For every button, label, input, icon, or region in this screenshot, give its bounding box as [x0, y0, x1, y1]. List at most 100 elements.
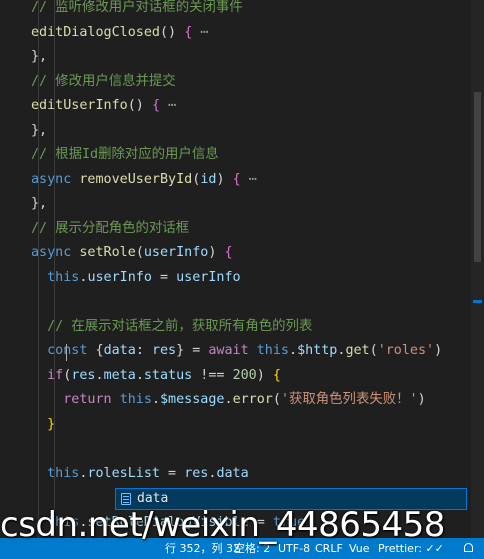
- code-token: }: [176, 343, 185, 358]
- code-line[interactable]: // 在展示对话框之前，获取所有角色的列表: [31, 315, 312, 339]
- code-token: .: [95, 367, 104, 383]
- text-cursor: [66, 344, 67, 361]
- code-token: get: [345, 343, 370, 358]
- code-line[interactable]: async setRole(userInfo) {: [31, 241, 233, 265]
- code-token: .: [224, 392, 233, 407]
- status-bar: 行 352，列 32 空格: 2 UTF-8 CRLF Vue Prettier…: [0, 538, 484, 559]
- code-token: (): [160, 24, 185, 40]
- code-token: res: [184, 465, 209, 481]
- code-token: (: [369, 343, 378, 358]
- code-line[interactable]: this.userInfo = userInfo: [31, 266, 241, 290]
- code-token: userInfo: [87, 269, 152, 285]
- code-token: meta: [103, 367, 136, 383]
- language-mode[interactable]: Vue: [349, 538, 370, 559]
- code-token: $http: [297, 343, 338, 358]
- code-token: id: [200, 171, 217, 187]
- code-token: ): [417, 392, 426, 407]
- code-token: // 监听修改用户对话框的关闭事件: [31, 0, 243, 15]
- code-token: =: [160, 465, 185, 481]
- code-token: return: [63, 392, 120, 407]
- code-token: this: [119, 392, 152, 407]
- code-token: },: [31, 196, 48, 211]
- encoding-setting[interactable]: UTF-8: [278, 538, 310, 559]
- code-line[interactable]: this.rolesList = res.data: [31, 462, 249, 486]
- code-token: },: [31, 122, 48, 138]
- code-line[interactable]: // 修改用户信息并提交: [31, 70, 176, 94]
- bell-icon[interactable]: [464, 543, 473, 552]
- code-token: this: [256, 343, 289, 358]
- code-line[interactable]: if(res.meta.status !== 200) {: [31, 364, 281, 388]
- code-token: $message: [160, 392, 225, 407]
- code-token: true: [272, 514, 306, 530]
- code-token: res: [151, 343, 177, 358]
- code-line[interactable]: editUserInfo() { ⋯: [31, 94, 176, 118]
- code-token: this: [47, 514, 80, 530]
- code-token: },: [31, 49, 48, 64]
- code-token: this: [47, 465, 80, 481]
- code-token: ⋯: [192, 24, 209, 40]
- code-line[interactable]: // 展示分配角色的对话框: [31, 217, 189, 241]
- code-token: {: [151, 98, 160, 113]
- code-token: !==: [192, 367, 233, 383]
- code-line[interactable]: // 根据Id删除对应的用户信息: [31, 143, 219, 167]
- code-line[interactable]: return this.$message.error('获取角色列表失败！'): [31, 388, 426, 412]
- suggest-item-label: data: [137, 491, 169, 506]
- code-token: const: [47, 343, 96, 358]
- code-token: userInfo: [143, 245, 209, 260]
- code-token: if: [47, 367, 64, 383]
- code-token: rolesList: [87, 465, 160, 481]
- suggest-widget[interactable]: data: [115, 488, 467, 510]
- code-token: .: [151, 392, 160, 407]
- code-line[interactable]: this.setRoleDialogVisible = true: [31, 511, 305, 535]
- code-token: .: [135, 367, 144, 383]
- code-token: }: [47, 416, 56, 432]
- code-token: async: [31, 245, 80, 260]
- code-token: {: [232, 171, 241, 187]
- code-token: (: [272, 392, 281, 407]
- suggest-item-data[interactable]: data: [115, 488, 467, 510]
- line-ending-setting[interactable]: CRLF: [315, 538, 343, 559]
- code-line[interactable]: },: [31, 192, 47, 216]
- code-token: {: [95, 343, 104, 358]
- vertical-scrollbar[interactable]: [471, 0, 484, 538]
- code-token: data: [103, 343, 136, 358]
- code-token: {: [272, 367, 281, 383]
- code-token: .: [289, 343, 298, 358]
- code-line[interactable]: editDialogClosed() { ⋯: [31, 21, 208, 45]
- prettier-status[interactable]: Prettier: ✓✓: [378, 538, 444, 559]
- code-token: ): [256, 367, 273, 383]
- indentation-setting[interactable]: 空格: 2: [234, 538, 270, 559]
- code-line[interactable]: }: [31, 413, 55, 437]
- code-token: editDialogClosed: [31, 24, 160, 40]
- property-icon: [121, 493, 131, 505]
- code-token: (: [135, 245, 144, 260]
- code-token: '获取角色列表失败！': [280, 392, 418, 407]
- code-token: this: [47, 269, 80, 285]
- code-token: ⋯: [240, 171, 257, 187]
- code-token: ): [434, 343, 443, 358]
- scrollbar-cursor-marker: [473, 300, 482, 303]
- code-token: data: [216, 465, 249, 481]
- code-line[interactable]: async removeUserById(id) { ⋯: [31, 168, 257, 192]
- code-token: // 在展示对话框之前，获取所有角色的列表: [47, 318, 313, 334]
- code-token: // 修改用户信息并提交: [31, 73, 176, 89]
- code-line[interactable]: },: [31, 119, 47, 143]
- code-token: removeUserById: [79, 171, 193, 187]
- code-line[interactable]: const {data: res} = await this.$http.get…: [31, 339, 442, 363]
- code-token: 'roles': [377, 343, 435, 358]
- code-token: setRoleDialogVisible: [87, 514, 249, 530]
- code-editor[interactable]: // 监听修改用户对话框的关闭事件 editDialogClosed() { ⋯}…: [0, 0, 471, 538]
- code-token: 200: [232, 367, 257, 383]
- code-line[interactable]: },: [31, 45, 47, 69]
- cursor-position[interactable]: 行 352，列 32: [165, 538, 240, 559]
- code-token: res: [71, 367, 96, 383]
- code-line[interactable]: // 监听修改用户对话框的关闭事件: [31, 0, 243, 20]
- scrollbar-thumb[interactable]: [474, 92, 481, 262]
- code-token: ): [208, 245, 225, 260]
